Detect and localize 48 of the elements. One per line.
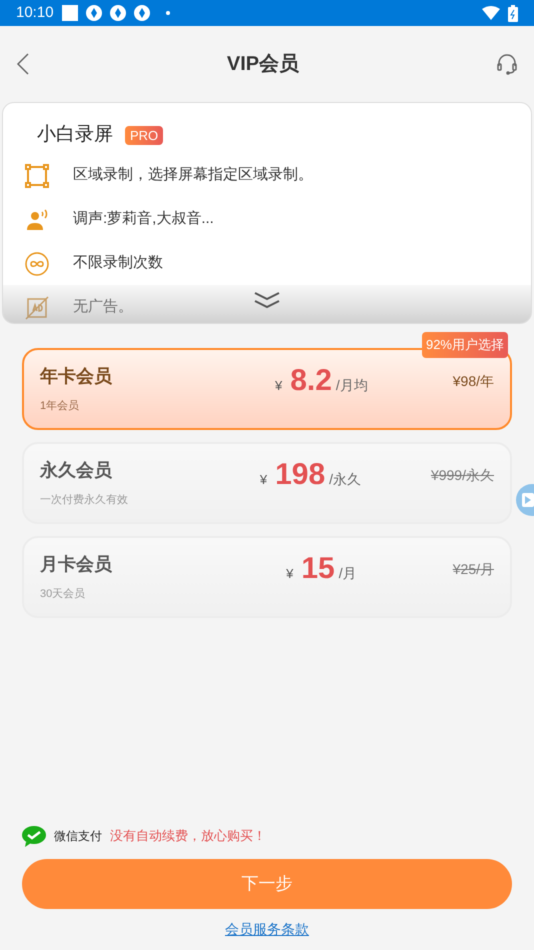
currency-symbol: ¥: [260, 471, 268, 489]
price-unit: /永久: [329, 470, 362, 489]
person-speaking-icon: [25, 208, 49, 232]
square-notification-icon: [62, 5, 78, 21]
feature-text: 区域录制，选择屏幕指定区域录制。: [73, 165, 313, 186]
plan-price: 198: [275, 460, 326, 490]
status-time: 10:10: [16, 2, 54, 23]
popular-badge: 92%用户选择: [422, 332, 508, 358]
feature-text: 无广告。: [73, 297, 133, 318]
headset-icon[interactable]: [496, 53, 518, 75]
original-price: ¥25/月: [452, 560, 494, 578]
aperture-notification-icon: [110, 5, 126, 21]
plan-subtitle: 1年会员: [40, 399, 80, 414]
page-title: VIP会员: [226, 52, 300, 77]
plan-name: 永久会员: [40, 459, 113, 482]
feature-text: 不限录制次数: [73, 253, 163, 274]
terms-link[interactable]: 会员服务条款: [225, 919, 309, 940]
currency-symbol: ¥: [286, 565, 294, 583]
price-unit: /月均: [336, 376, 368, 395]
payment-note: 没有自动续费，放心购买！: [110, 827, 266, 846]
region-select-icon: [25, 164, 49, 188]
aperture-notification-icon: [86, 5, 102, 21]
original-price: ¥999/永久: [430, 466, 494, 484]
plan-price: 15: [301, 554, 335, 584]
app-name: 小白录屏: [37, 123, 113, 147]
original-price: ¥98/年: [452, 372, 494, 390]
plan-card[interactable]: 月卡会员 30天会员 ¥ 15/月 ¥25/月: [22, 536, 512, 618]
expand-chevron-icon[interactable]: [253, 291, 281, 309]
plan-name: 月卡会员: [40, 553, 113, 576]
wifi-icon: [482, 6, 500, 20]
plan-price: 8.2: [290, 366, 332, 396]
battery-icon: [508, 4, 518, 22]
back-icon[interactable]: [16, 53, 30, 75]
plan-subtitle: 一次付费永久有效: [40, 492, 129, 508]
play-icon: [522, 493, 534, 507]
wechat-pay-icon: [22, 825, 46, 847]
infinity-icon: [25, 252, 49, 276]
plan-card[interactable]: 永久会员 一次付费永久有效 ¥ 198/永久 ¥999/永久: [22, 442, 512, 524]
no-ads-icon: [25, 296, 49, 320]
plan-subtitle: 30天会员: [40, 587, 86, 602]
currency-symbol: ¥: [274, 377, 282, 395]
payment-method: 微信支付: [54, 828, 102, 845]
pro-badge: PRO: [125, 126, 164, 145]
plan-name: 年卡会员: [40, 365, 113, 388]
aperture-notification-icon: [134, 5, 150, 21]
more-notifications-icon: [166, 11, 170, 15]
feature-text: 调声:萝莉音,大叔音...: [73, 209, 214, 230]
price-unit: /月: [338, 564, 357, 583]
